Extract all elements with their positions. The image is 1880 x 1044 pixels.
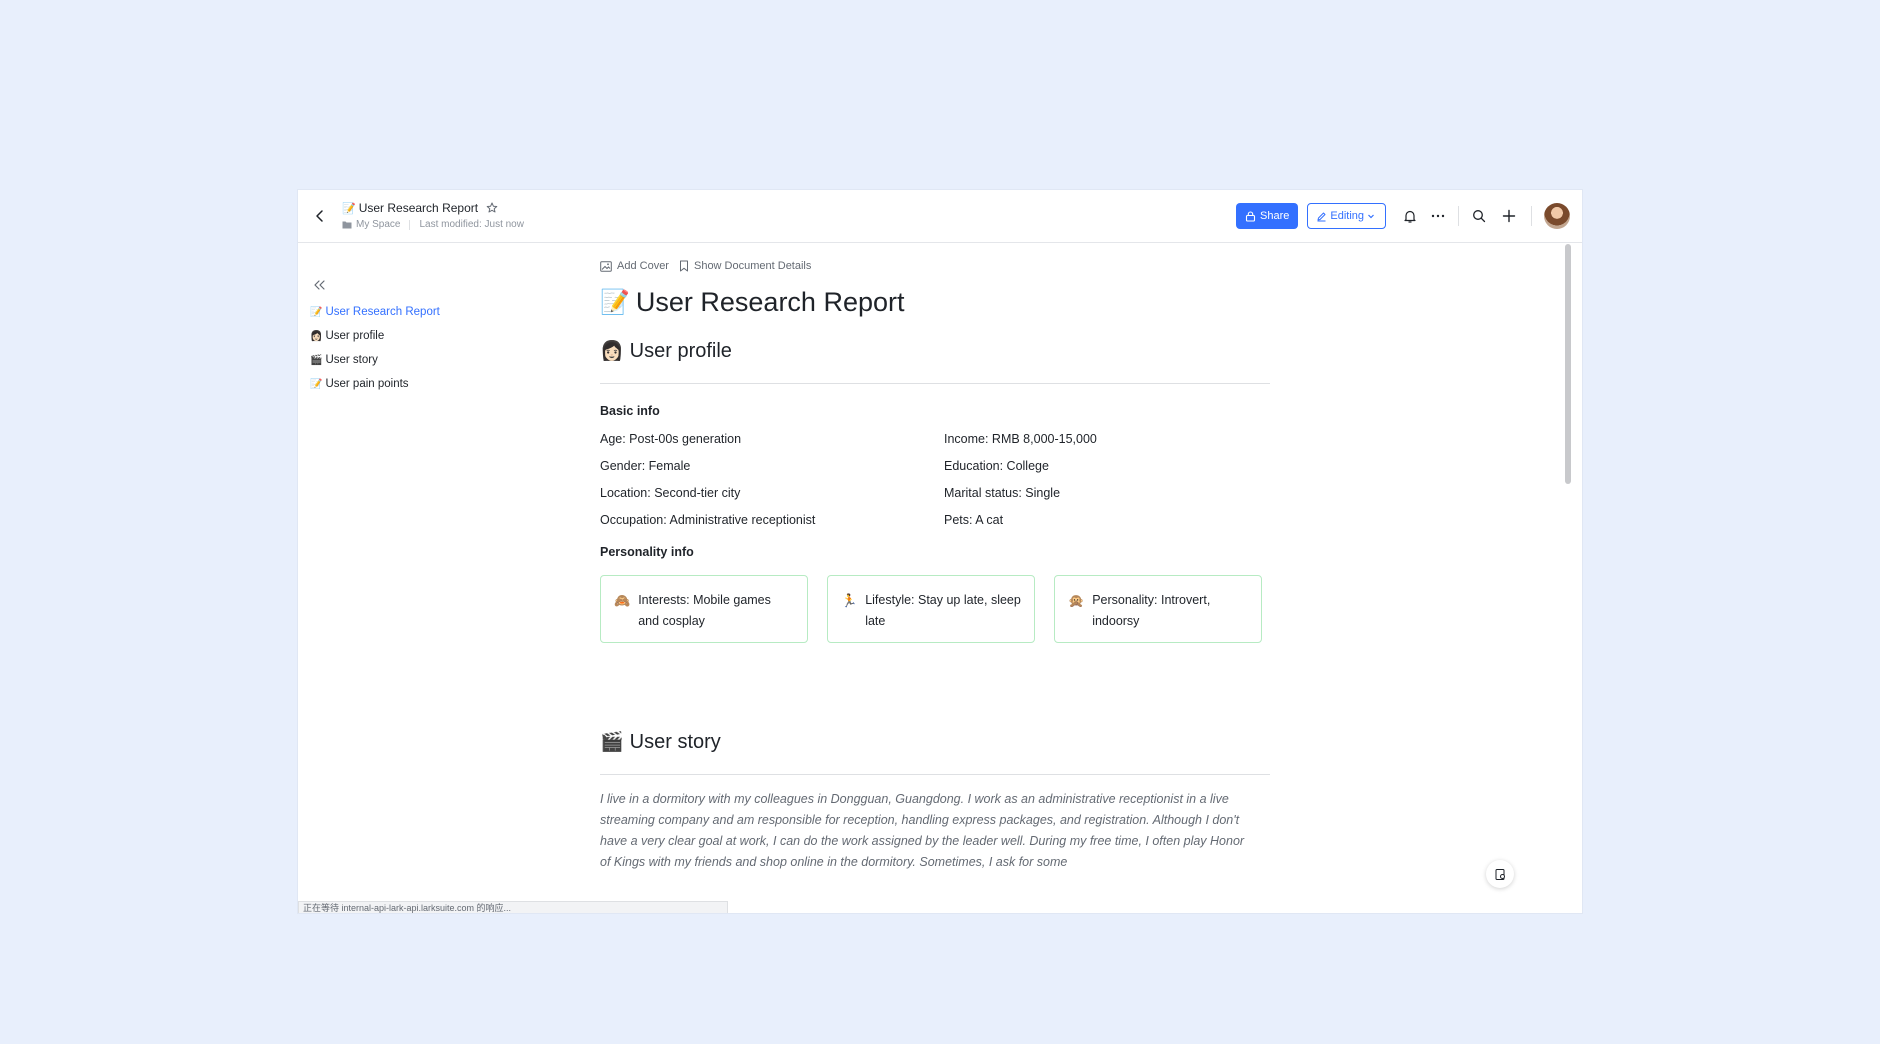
document-settings-icon bbox=[1495, 868, 1505, 880]
share-button[interactable]: Share bbox=[1236, 203, 1299, 229]
plus-icon bbox=[1502, 209, 1516, 223]
section-divider bbox=[600, 774, 1270, 775]
header-divider bbox=[1458, 206, 1459, 226]
heading-text: User story bbox=[629, 730, 721, 753]
more-button[interactable] bbox=[1424, 202, 1452, 230]
scrollbar-thumb[interactable] bbox=[1565, 244, 1571, 484]
card-text: Lifestyle: Stay up late, sleep late bbox=[865, 593, 1021, 628]
monkey-emoji-icon: 🙊 bbox=[1068, 593, 1085, 608]
floating-action-button[interactable] bbox=[1486, 860, 1514, 888]
more-horizontal-icon bbox=[1431, 214, 1445, 218]
basic-info-item[interactable]: Age: Post-00s generation bbox=[600, 430, 944, 448]
toc-item-user-profile[interactable]: 👩🏻 User profile bbox=[310, 324, 510, 348]
toc-emoji-icon: 🎬 bbox=[310, 354, 323, 366]
image-icon bbox=[600, 260, 612, 272]
chevron-down-icon bbox=[1368, 214, 1374, 219]
monkey-emoji-icon: 🙈 bbox=[614, 593, 631, 608]
vertical-scrollbar[interactable] bbox=[1564, 242, 1572, 913]
notification-button[interactable] bbox=[1396, 202, 1424, 230]
basic-info-item[interactable]: Marital status: Single bbox=[944, 484, 1244, 502]
woman-emoji-icon: 👩🏻 bbox=[600, 341, 624, 362]
header-divider-2 bbox=[1531, 206, 1532, 226]
last-modified-text: Last modified: Just now bbox=[419, 219, 524, 230]
lock-share-icon bbox=[1245, 210, 1256, 222]
toc-item-user-research-report[interactable]: 📝 User Research Report bbox=[310, 300, 510, 324]
user-story-paragraph[interactable]: I live in a dormitory with my colleagues… bbox=[600, 789, 1250, 873]
top-header: 📝 User Research Report My Space Last mod… bbox=[298, 190, 1582, 243]
avatar[interactable] bbox=[1544, 203, 1570, 229]
table-of-contents: 📝 User Research Report 👩🏻 User profile 🎬… bbox=[310, 276, 510, 396]
basic-info-grid: Age: Post-00s generation Income: RMB 8,0… bbox=[600, 430, 1270, 529]
basic-info-item[interactable]: Education: College bbox=[944, 457, 1244, 475]
create-button[interactable] bbox=[1495, 202, 1523, 230]
runner-emoji-icon: 🏃 bbox=[841, 593, 858, 608]
doc-actions: Add Cover Show Document Details bbox=[600, 258, 1270, 274]
star-icon[interactable] bbox=[486, 202, 498, 214]
breadcrumb[interactable]: My Space bbox=[356, 219, 400, 230]
chevron-left-icon bbox=[316, 210, 323, 222]
browser-status-bar: 正在等待 internal-api-lark-api.larksuite.com… bbox=[298, 901, 728, 913]
heading-user-profile[interactable]: 👩🏻 User profile bbox=[600, 336, 1270, 366]
doc-title-block: 📝 User Research Report My Space Last mod… bbox=[342, 200, 524, 230]
heading-personality-info[interactable]: Personality info bbox=[600, 543, 1270, 561]
toc-emoji-icon: 📝 bbox=[310, 306, 323, 318]
personality-card[interactable]: 🙊 Personality: Introvert, indoorsy bbox=[1054, 575, 1262, 643]
personality-card[interactable]: 🙈 Interests: Mobile games and cosplay bbox=[600, 575, 808, 643]
add-cover-button[interactable]: Add Cover bbox=[600, 260, 669, 272]
title-emoji-icon: 📝 bbox=[600, 288, 630, 316]
folder-icon bbox=[342, 220, 352, 229]
basic-info-item[interactable]: Location: Second-tier city bbox=[600, 484, 944, 502]
bell-icon bbox=[1404, 210, 1416, 223]
heading-text: User profile bbox=[629, 339, 732, 362]
back-button[interactable] bbox=[308, 204, 332, 228]
document-body: Add Cover Show Document Details 📝 User R… bbox=[600, 242, 1270, 873]
toc-item-label: User profile bbox=[325, 330, 385, 342]
basic-info-item[interactable]: Income: RMB 8,000-15,000 bbox=[944, 430, 1244, 448]
toc-item-label: User Research Report bbox=[325, 306, 440, 318]
toc-item-label: User pain points bbox=[325, 378, 409, 390]
heading-user-story[interactable]: 🎬 User story bbox=[600, 727, 1270, 757]
section-divider bbox=[600, 383, 1270, 384]
header-actions: Share Editing bbox=[1236, 202, 1570, 230]
page-title-text: User Research Report bbox=[635, 286, 905, 317]
personality-cards: 🙈 Interests: Mobile games and cosplay 🏃 … bbox=[600, 575, 1270, 643]
show-document-details-button[interactable]: Show Document Details bbox=[679, 260, 811, 272]
toc-emoji-icon: 👩🏻 bbox=[310, 330, 323, 342]
doc-emoji-icon: 📝 bbox=[342, 202, 356, 215]
meta-divider bbox=[409, 219, 411, 230]
editing-label: Editing bbox=[1330, 210, 1364, 222]
collapse-toc-button[interactable] bbox=[310, 276, 328, 294]
header-doc-title[interactable]: User Research Report bbox=[359, 201, 478, 215]
editing-mode-dropdown[interactable]: Editing bbox=[1307, 203, 1386, 229]
search-button[interactable] bbox=[1465, 202, 1493, 230]
basic-info-item[interactable]: Gender: Female bbox=[600, 457, 944, 475]
show-details-label: Show Document Details bbox=[693, 260, 812, 272]
toc-item-user-pain-points[interactable]: 📝 User pain points bbox=[310, 372, 510, 396]
share-label: Share bbox=[1260, 210, 1290, 222]
add-cover-label: Add Cover bbox=[617, 260, 669, 272]
heading-basic-info[interactable]: Basic info bbox=[600, 402, 1270, 420]
pencil-icon bbox=[1317, 212, 1326, 221]
app-window: 📝 User Research Report My Space Last mod… bbox=[298, 190, 1582, 913]
card-text: Interests: Mobile games and cosplay bbox=[638, 593, 771, 628]
toc-emoji-icon: 📝 bbox=[310, 378, 323, 390]
double-chevron-left-icon bbox=[313, 280, 325, 290]
toc-item-label: User story bbox=[325, 354, 378, 366]
clapper-emoji-icon: 🎬 bbox=[600, 732, 624, 753]
basic-info-item[interactable]: Occupation: Administrative receptionist bbox=[600, 511, 944, 529]
page-title[interactable]: 📝 User Research Report bbox=[600, 284, 1270, 320]
card-text: Personality: Introvert, indoorsy bbox=[1092, 593, 1211, 628]
toc-item-user-story[interactable]: 🎬 User story bbox=[310, 348, 510, 372]
personality-card[interactable]: 🏃 Lifestyle: Stay up late, sleep late bbox=[827, 575, 1035, 643]
basic-info-item[interactable]: Pets: A cat bbox=[944, 511, 1244, 529]
search-icon bbox=[1473, 210, 1486, 223]
bookmark-icon bbox=[679, 260, 688, 272]
